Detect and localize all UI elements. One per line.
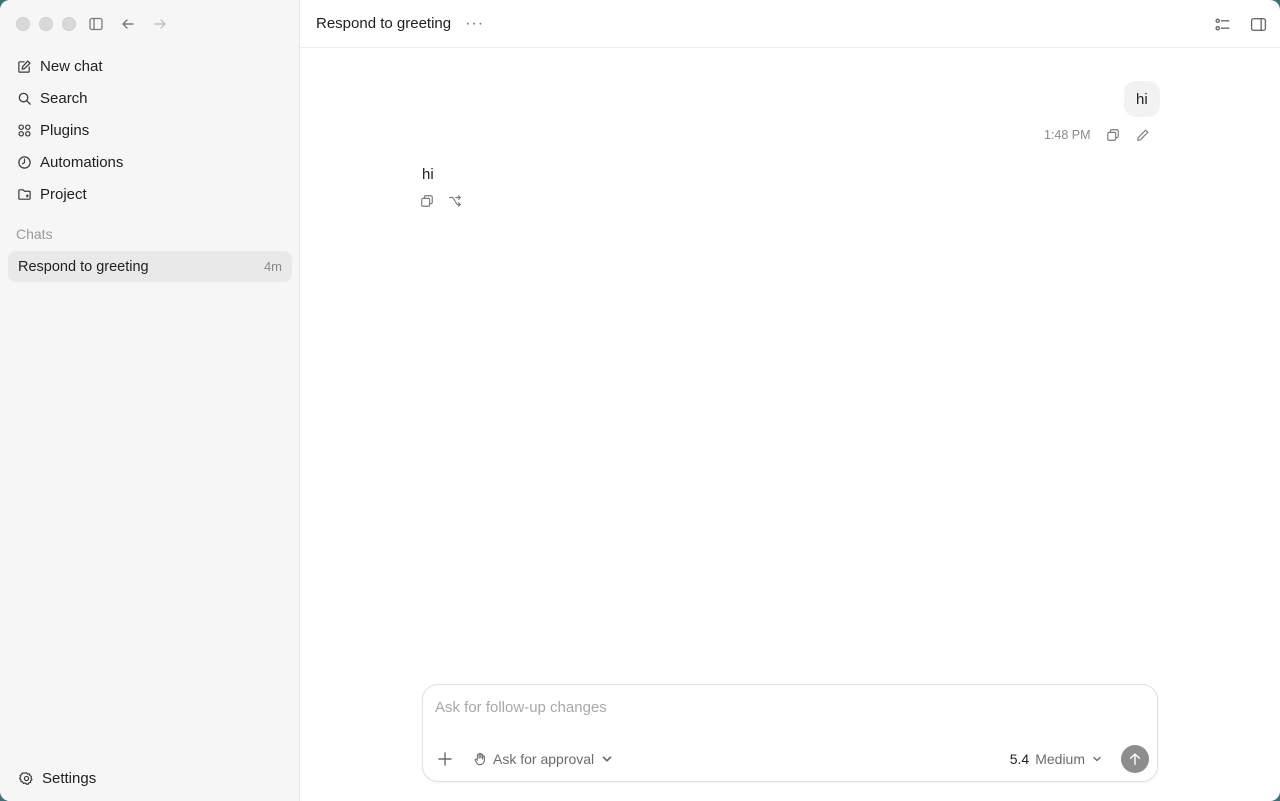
automations-icon	[16, 154, 32, 170]
toggle-sidebar-icon[interactable]	[86, 14, 106, 34]
chat-age: 4m	[263, 259, 282, 274]
assistant-message-actions	[419, 193, 463, 209]
sidebar: New chat Search Plugins Automations Proj…	[0, 0, 300, 801]
chats-section-label: Chats	[16, 226, 53, 242]
nav-new-chat[interactable]: New chat	[8, 50, 291, 82]
more-options-icon[interactable]: ···	[465, 15, 484, 32]
close-window-button[interactable]	[16, 17, 30, 31]
sidebar-toolbar	[86, 14, 170, 34]
toggle-panel-icon[interactable]	[1248, 14, 1268, 34]
plugins-icon	[16, 122, 32, 138]
nav-label: Project	[40, 185, 87, 203]
nav-automations[interactable]: Automations	[8, 146, 291, 178]
composer-toolbar: Ask for approval 5.4 Medium	[435, 745, 1149, 773]
chat-header-title: Respond to greeting	[316, 15, 452, 32]
project-icon	[16, 186, 32, 202]
app-window: New chat Search Plugins Automations Proj…	[0, 0, 1280, 801]
copy-icon[interactable]	[419, 193, 435, 209]
follow-up-input[interactable]	[435, 699, 1135, 716]
settings-label: Settings	[42, 770, 97, 787]
composer: Ask for approval 5.4 Medium	[422, 684, 1158, 782]
add-attachment-button[interactable]	[435, 749, 455, 769]
window-controls	[16, 17, 76, 31]
nav-label: Search	[40, 89, 88, 107]
user-message-meta: 1:48 PM	[1044, 127, 1151, 143]
approval-mode-dropdown[interactable]: Ask for approval	[473, 751, 614, 767]
header-tools	[1212, 14, 1268, 34]
hand-icon	[474, 752, 485, 766]
main-panel: Respond to greeting ··· hi 1:48 PM hi As…	[300, 0, 1280, 801]
assistant-message-text: hi	[422, 166, 434, 183]
nav-label: Automations	[40, 153, 124, 171]
message-timestamp: 1:48 PM	[1044, 128, 1091, 142]
model-selector[interactable]: 5.4 Medium	[1010, 751, 1103, 767]
forward-arrow-icon[interactable]	[150, 14, 170, 34]
chat-title: Respond to greeting	[18, 258, 149, 275]
zoom-window-button[interactable]	[62, 17, 76, 31]
sidebar-nav: New chat Search Plugins Automations Proj…	[8, 50, 291, 210]
checklist-icon[interactable]	[1212, 14, 1232, 34]
chevron-down-icon	[1093, 756, 1101, 762]
nav-search[interactable]: Search	[8, 82, 291, 114]
approval-label: Ask for approval	[493, 751, 595, 767]
model-version: 5.4	[1009, 751, 1030, 767]
chat-header: Respond to greeting ···	[300, 0, 1280, 48]
plus-icon	[438, 752, 452, 766]
user-message-bubble: hi	[1124, 81, 1160, 117]
nav-project[interactable]: Project	[8, 178, 291, 210]
user-message-text: hi	[1136, 90, 1148, 108]
search-icon	[16, 90, 32, 106]
back-arrow-icon[interactable]	[118, 14, 138, 34]
minimize-window-button[interactable]	[39, 17, 53, 31]
fork-branch-icon[interactable]	[447, 193, 463, 209]
nav-label: Plugins	[40, 121, 90, 139]
nav-plugins[interactable]: Plugins	[8, 114, 291, 146]
new-chat-icon	[16, 58, 32, 74]
model-effort: Medium	[1035, 751, 1085, 767]
copy-icon[interactable]	[1105, 127, 1121, 143]
chevron-down-icon	[602, 756, 612, 762]
nav-label: New chat	[40, 57, 103, 75]
gear-icon	[18, 771, 34, 787]
edit-pencil-icon[interactable]	[1135, 127, 1151, 143]
settings-button[interactable]: Settings	[18, 770, 96, 787]
chat-list-item[interactable]: Respond to greeting 4m	[8, 251, 292, 282]
send-button[interactable]	[1121, 745, 1149, 773]
arrow-up-icon	[1129, 753, 1141, 765]
